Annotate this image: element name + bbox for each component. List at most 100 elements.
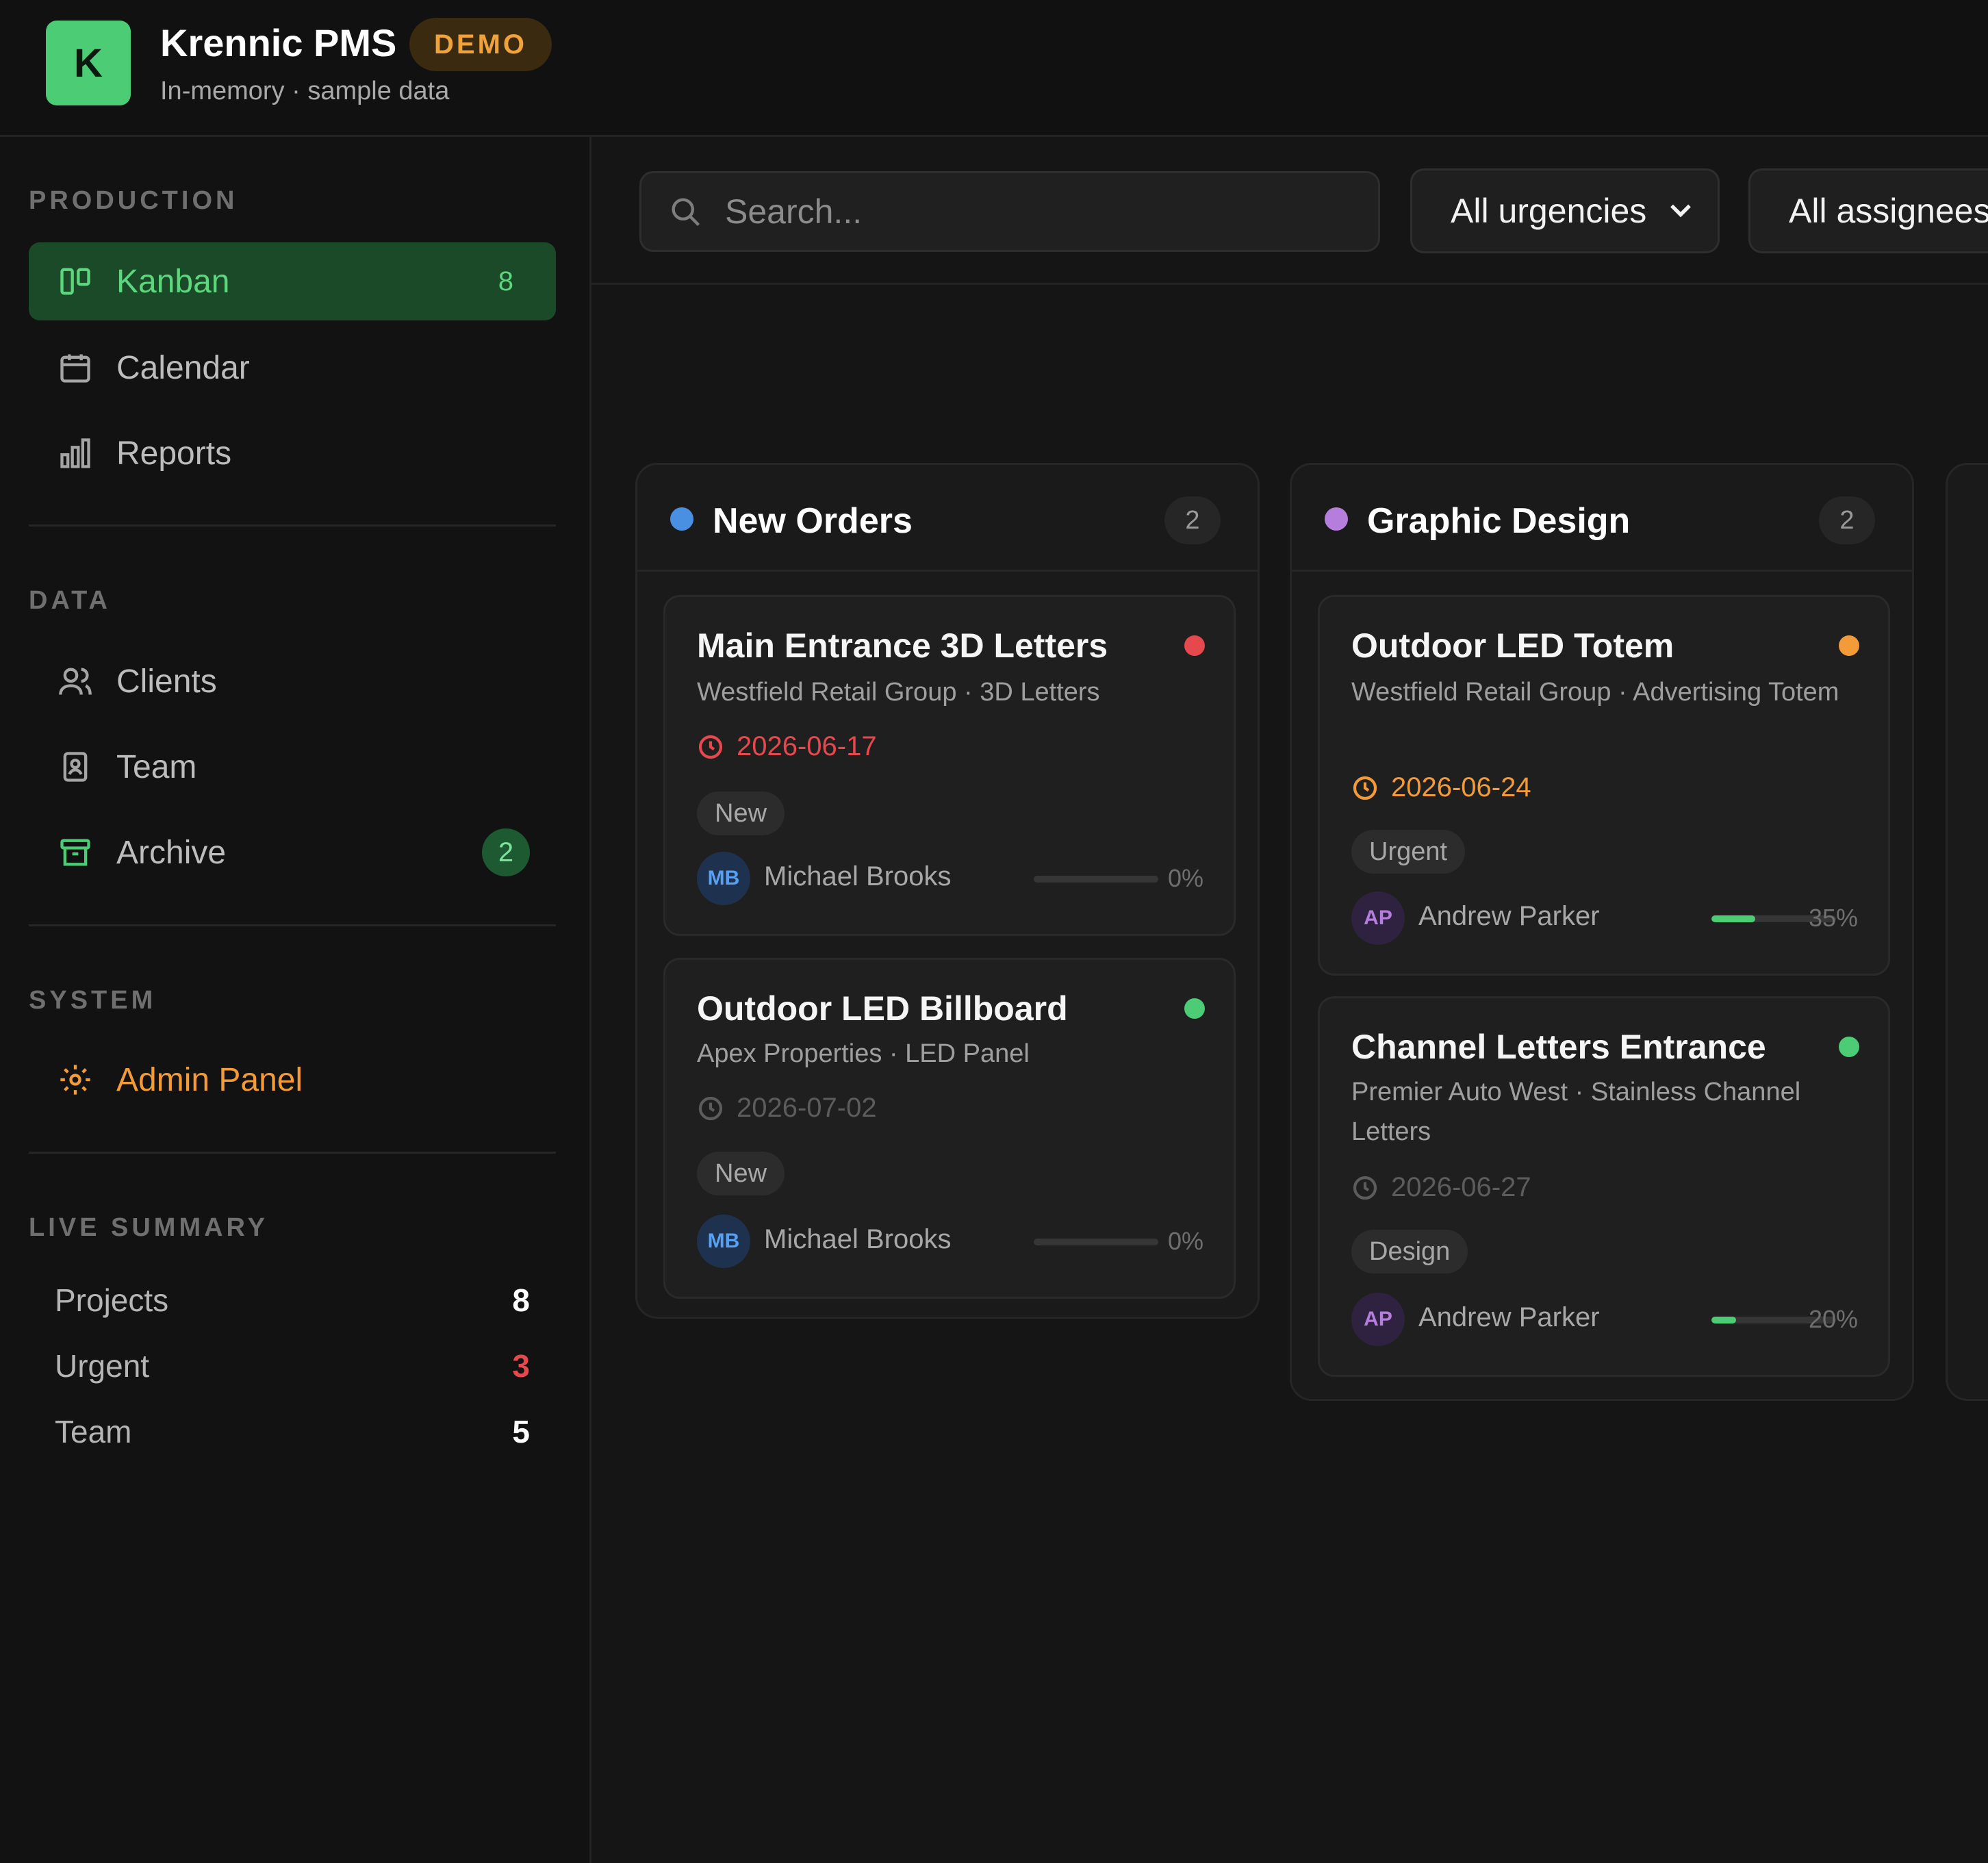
demo-badge: DEMO <box>409 18 552 71</box>
sidebar-divider <box>29 524 556 527</box>
card-due-date: 2026-07-02 <box>697 1093 877 1124</box>
summary-row-team: Team 5 <box>55 1413 534 1450</box>
archive-count-badge: 2 <box>482 828 530 876</box>
status-dot <box>1839 1037 1859 1057</box>
sidebar-item-label: Reports <box>116 435 232 472</box>
progress-label: 35% <box>1808 904 1858 932</box>
card-tag: Design <box>1351 1230 1468 1273</box>
card-title: Main Entrance 3D Letters <box>697 626 1108 665</box>
section-label-data: DATA <box>29 586 111 615</box>
status-dot <box>1184 998 1205 1019</box>
card-due-date: 2026-06-24 <box>1351 772 1531 803</box>
app-logo[interactable]: K <box>46 21 131 105</box>
card-title: Outdoor LED Totem <box>1351 626 1674 665</box>
section-label-production: PRODUCTION <box>29 186 238 215</box>
search-input[interactable] <box>724 191 1342 232</box>
sidebar-item-label: Archive <box>116 834 227 871</box>
chevron-down-icon <box>1670 204 1691 218</box>
card-tag: Urgent <box>1351 830 1466 874</box>
progress-label: 0% <box>1167 1227 1203 1255</box>
kanban-board: New Orders 2 Main Entrance 3D Letters We… <box>591 285 1988 1863</box>
calendar-icon <box>56 348 94 387</box>
sidebar-item-kanban[interactable]: Kanban 8 <box>29 242 556 320</box>
card-title: Channel Letters Entrance <box>1351 1028 1766 1066</box>
avatar: AP <box>1351 1293 1405 1346</box>
archive-icon <box>56 833 94 872</box>
sidebar: PRODUCTION Kanban 8 Calendar Reports DAT… <box>0 137 591 1863</box>
card-date-text: 2026-07-02 <box>737 1093 877 1123</box>
kanban-icon <box>56 262 94 301</box>
sidebar-item-clients[interactable]: Clients <box>29 642 556 720</box>
progress-label: 0% <box>1167 864 1203 892</box>
column-color-dot <box>1325 507 1348 531</box>
clock-icon <box>1353 1176 1377 1200</box>
kanban-count: 8 <box>498 266 513 296</box>
column-title: Graphic Design <box>1367 501 1631 541</box>
sidebar-divider <box>29 924 556 926</box>
column-color-dot <box>670 507 693 531</box>
summary-label: Urgent <box>55 1348 150 1384</box>
progress-fill <box>1711 915 1755 922</box>
sidebar-item-label: Calendar <box>116 349 250 386</box>
urgency-filter-select[interactable]: All urgencies <box>1410 168 1720 253</box>
card-assignee: Andrew Parker <box>1418 901 1600 931</box>
bar-chart-icon <box>56 434 94 472</box>
sidebar-divider <box>29 1152 556 1154</box>
users-icon <box>56 662 94 700</box>
sidebar-item-team[interactable]: Team <box>29 728 556 806</box>
app-root: K Krennic PMS DEMO In-memory · sample da… <box>0 0 1988 1863</box>
column-count-badge: 2 <box>1164 496 1221 544</box>
card-assignee: Andrew Parker <box>1418 1302 1600 1332</box>
card-tag: New <box>697 791 785 835</box>
sidebar-item-archive[interactable]: Archive 2 <box>29 813 556 891</box>
sidebar-item-label: Clients <box>116 663 217 700</box>
column-header: New Orders 2 <box>637 465 1258 572</box>
gear-icon <box>56 1061 94 1099</box>
project-card[interactable]: Channel Letters Entrance Premier Auto We… <box>1318 996 1890 1377</box>
clock-icon <box>698 1096 723 1120</box>
card-assignee: Michael Brooks <box>764 1224 952 1254</box>
kanban-column-next <box>1946 463 1988 1401</box>
progress-fill <box>1711 1317 1737 1323</box>
summary-value: 8 <box>512 1282 530 1318</box>
project-card[interactable]: Main Entrance 3D Letters Westfield Retai… <box>663 595 1236 936</box>
search-icon <box>672 198 700 227</box>
clock-icon <box>698 735 723 759</box>
sidebar-item-calendar[interactable]: Calendar <box>29 329 556 407</box>
sidebar-item-label: Team <box>116 748 197 785</box>
sidebar-item-label: Admin Panel <box>116 1061 303 1098</box>
card-subtitle: Westfield Retail Group · Advertising Tot… <box>1351 678 1839 707</box>
summary-row-urgent: Urgent 3 <box>55 1347 534 1384</box>
section-label-live-summary: LIVE SUMMARY <box>29 1213 268 1242</box>
summary-label: Team <box>55 1414 132 1449</box>
card-due-date: 2026-06-27 <box>1351 1172 1531 1203</box>
assignee-filter-value: All assignees <box>1789 192 1988 230</box>
urgency-filter-value: All urgencies <box>1451 192 1647 230</box>
card-subtitle: Apex Properties · LED Panel <box>697 1039 1030 1068</box>
card-subtitle: Westfield Retail Group · 3D Letters <box>697 678 1100 707</box>
sidebar-item-admin-panel[interactable]: Admin Panel <box>29 1041 556 1119</box>
section-label-system: SYSTEM <box>29 986 157 1015</box>
sidebar-item-reports[interactable]: Reports <box>29 414 556 492</box>
sidebar-item-label: Kanban <box>116 263 230 300</box>
card-title: Outdoor LED Billboard <box>697 989 1068 1028</box>
progress-label: 20% <box>1808 1305 1858 1333</box>
top-bar: K Krennic PMS DEMO In-memory · sample da… <box>0 0 1988 137</box>
app-subtitle: In-memory · sample data <box>160 77 450 105</box>
card-due-date: 2026-06-17 <box>697 731 877 762</box>
project-card[interactable]: Outdoor LED Billboard Apex Properties · … <box>663 958 1236 1299</box>
summary-value: 3 <box>512 1348 530 1384</box>
project-card[interactable]: Outdoor LED Totem Westfield Retail Group… <box>1318 595 1890 976</box>
avatar: AP <box>1351 891 1405 945</box>
summary-label: Projects <box>55 1282 169 1318</box>
clock-icon <box>1353 776 1377 800</box>
column-title: New Orders <box>713 501 913 541</box>
card-assignee: Michael Brooks <box>764 861 952 891</box>
card-subtitle: Premier Auto West · Stainless Channel Le… <box>1351 1078 1801 1146</box>
app-title: Krennic PMS <box>160 21 397 64</box>
status-dot <box>1184 635 1205 656</box>
assignee-filter-select[interactable]: All assignees <box>1748 168 1988 253</box>
search-box[interactable] <box>639 171 1380 252</box>
kanban-column-graphic-design: Graphic Design 2 Outdoor LED Totem Westf… <box>1290 463 1914 1401</box>
column-header: Graphic Design 2 <box>1292 465 1912 572</box>
